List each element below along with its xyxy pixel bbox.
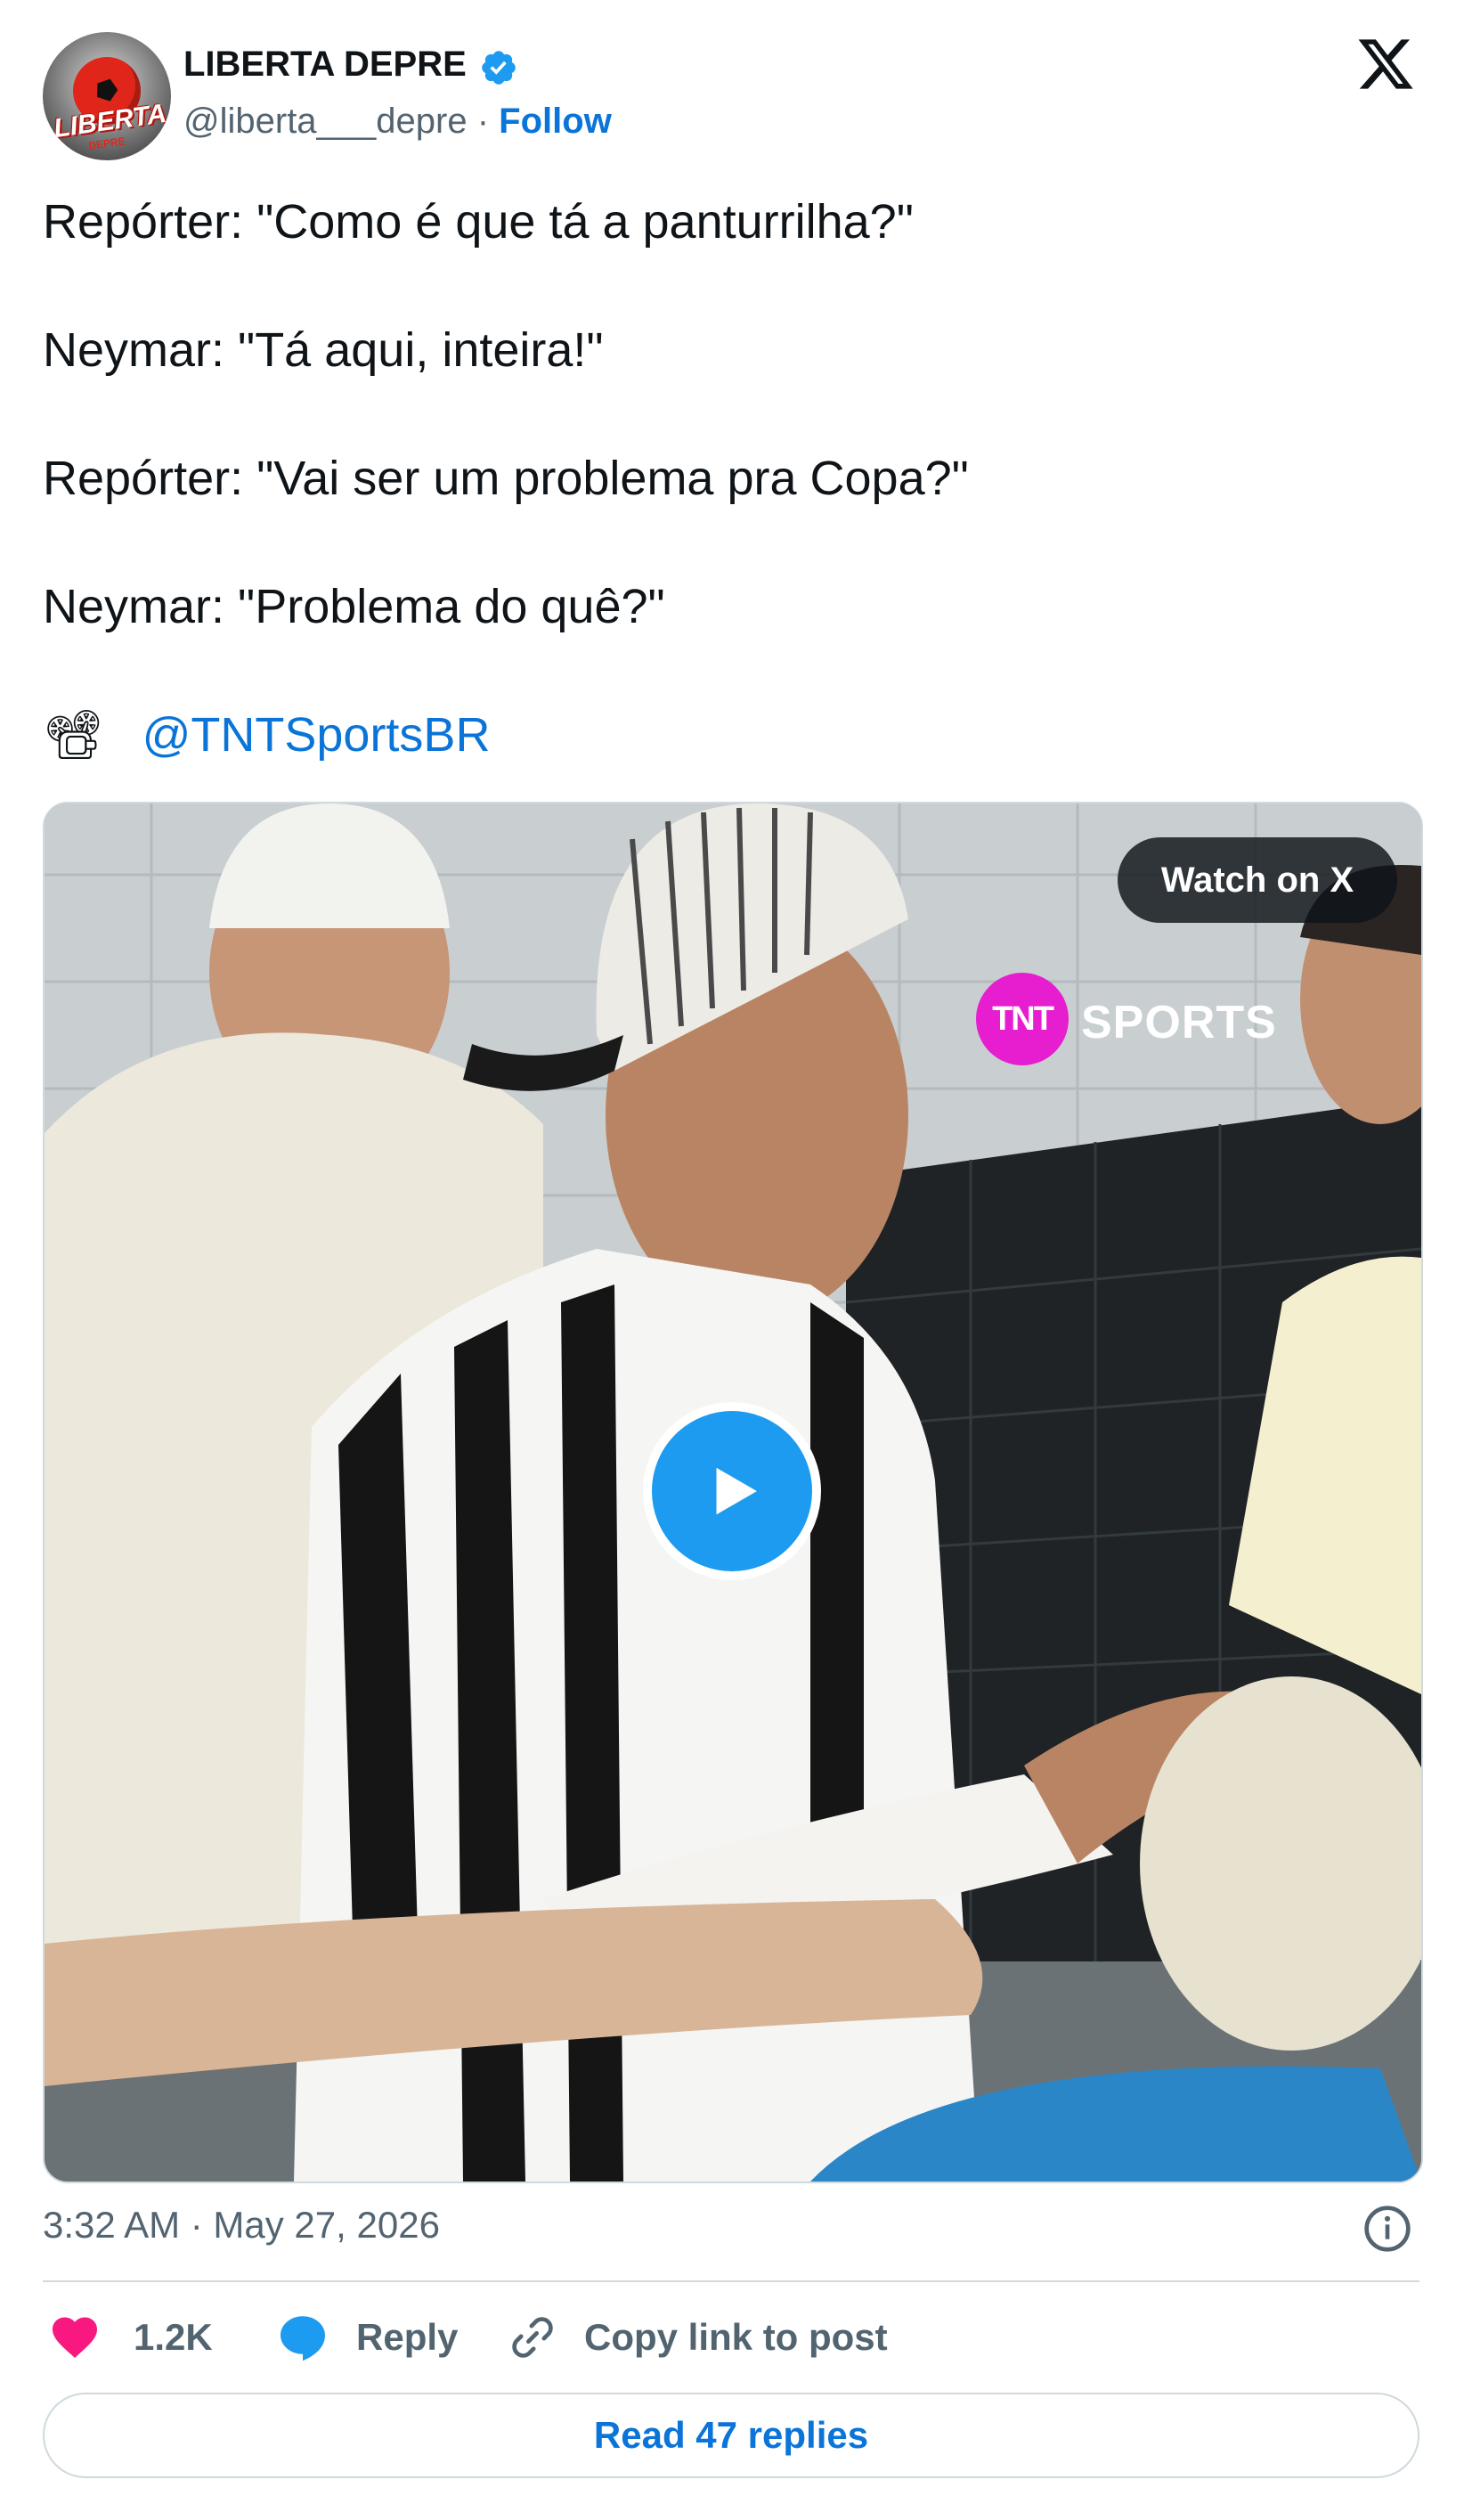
tweet-text-line: Repórter: "Como é que tá a panturrilha?" [43, 195, 914, 249]
film-projector-icon: 📽 [43, 708, 104, 762]
play-button[interactable] [643, 1402, 821, 1580]
mention-link[interactable]: @TNTSportsBR [142, 708, 491, 762]
like-count: 1.2K [134, 2316, 213, 2358]
author-handle-row: @liberta___depre · Follow [183, 102, 612, 142]
copy-link-button[interactable]: Copy link to post [508, 2309, 888, 2366]
follow-button[interactable]: Follow [499, 102, 612, 141]
tweet-credit-line: 📽 @TNTSportsBR [43, 707, 490, 763]
tnt-logo-circle: TNT [976, 973, 1069, 1065]
info-icon[interactable] [1362, 2204, 1412, 2254]
avatar[interactable]: LIBERTA DEPRE [43, 32, 171, 160]
heart-icon [53, 2317, 97, 2358]
author-handle[interactable]: @liberta___depre [183, 102, 468, 141]
post-timestamp[interactable]: 3:32 AM · May 27, 2026 [43, 2204, 440, 2247]
watch-on-x-button[interactable]: Watch on X [1118, 837, 1397, 923]
tweet-text-line: Repórter: "Vai ser um problema pra Copa?… [43, 452, 969, 505]
copy-link-label: Copy link to post [584, 2316, 888, 2358]
play-icon [716, 1467, 757, 1515]
x-logo-icon[interactable] [1355, 34, 1416, 94]
divider [43, 2280, 1419, 2282]
tweet-text-line: Neymar: "Problema do quê?" [43, 580, 665, 633]
reply-bubble-icon [281, 2316, 325, 2361]
author-display-name[interactable]: LIBERTA DEPRE [183, 45, 467, 85]
read-replies-button[interactable]: Read 47 replies [43, 2393, 1419, 2478]
handle-separator: · [476, 102, 490, 141]
link-icon [512, 2317, 553, 2358]
like-button[interactable]: 1.2K [48, 2309, 213, 2366]
verified-badge-icon [482, 51, 516, 85]
reply-label: Reply [356, 2316, 459, 2358]
tnt-logo-text: SPORTS [1081, 997, 1277, 1048]
tweet-text-line: Neymar: "Tá aqui, inteira!" [43, 323, 604, 377]
reply-button[interactable]: Reply [276, 2309, 458, 2366]
